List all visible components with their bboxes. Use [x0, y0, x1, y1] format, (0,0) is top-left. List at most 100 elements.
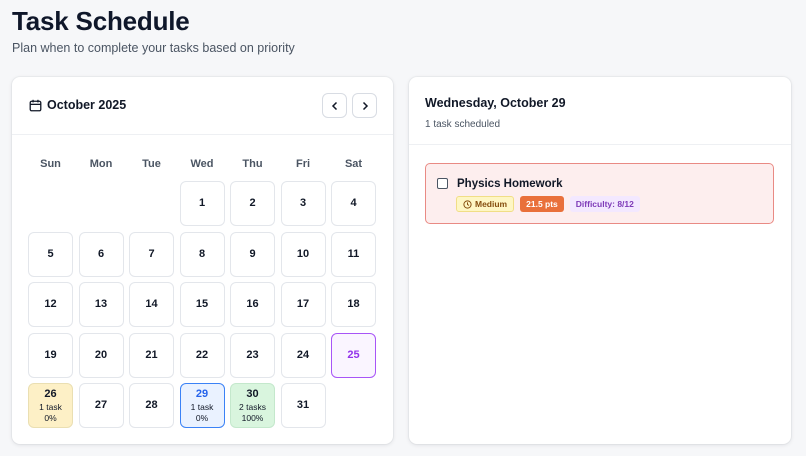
day-number: 4 — [350, 197, 357, 209]
calendar-day-2[interactable]: 2 — [230, 181, 275, 226]
difficulty-badge: Difficulty: 8/12 — [569, 196, 640, 212]
points-badge: 21.5 pts — [520, 196, 564, 212]
calendar-header: October 2025 — [12, 77, 393, 135]
chevron-left-icon — [331, 101, 337, 110]
chevron-right-icon — [362, 101, 368, 110]
calendar-day-4[interactable]: 4 — [331, 181, 376, 226]
calendar-day-16[interactable]: 16 — [230, 282, 275, 327]
day-number: 24 — [296, 348, 310, 361]
day-task-count: 1 task — [39, 402, 62, 412]
day-number: 21 — [145, 348, 158, 361]
calendar-day-20[interactable]: 20 — [78, 332, 124, 378]
calendar-day-21[interactable]: 21 — [129, 332, 174, 378]
calendar-day-8[interactable]: 8 — [179, 231, 225, 277]
page-title: Task Schedule — [12, 6, 190, 36]
task-title: Physics Homework — [457, 178, 563, 190]
calendar-day-10[interactable]: 10 — [280, 231, 326, 277]
day-detail-card: Wednesday, October 29 1 task scheduled P… — [409, 77, 791, 444]
calendar-day-24[interactable]: 24 — [280, 332, 326, 378]
day-number: 19 — [44, 348, 57, 361]
day-number: 20 — [94, 348, 108, 361]
task-complete-checkbox[interactable] — [437, 178, 448, 189]
calendar-day-6[interactable]: 6 — [78, 231, 124, 277]
calendar-day-18[interactable]: 18 — [331, 282, 376, 327]
weekday-sat: Sat — [344, 158, 363, 170]
calendar-blank-cell — [79, 181, 124, 226]
priority-badge: Medium — [456, 196, 515, 212]
weekday-fri: Fri — [295, 158, 311, 170]
calendar-icon — [29, 99, 42, 112]
calendar-blank-cell — [129, 181, 174, 226]
weekday-header-row: Sun Mon Tue Wed Thu Fri Sat — [28, 157, 376, 171]
calendar-blank-cell — [28, 181, 73, 226]
calendar-card: October 2025 Sun Mon Tue Wed Thu Fri Sat 12345… — [12, 77, 393, 444]
calendar-day-25[interactable]: 25 — [331, 332, 376, 378]
day-number: 22 — [195, 348, 209, 361]
calendar-day-15[interactable]: 15 — [179, 282, 225, 327]
day-task-count: 2 tasks — [239, 402, 266, 412]
day-number: 23 — [246, 348, 259, 361]
day-number: 2 — [249, 197, 256, 209]
clock-icon — [463, 199, 472, 209]
day-number: 26 — [44, 388, 57, 400]
calendar-day-29[interactable]: 29 1 task 0% — [179, 383, 225, 428]
calendar-day-26[interactable]: 26 1 task 0% — [28, 383, 73, 428]
day-number: 14 — [145, 298, 158, 310]
day-number: 3 — [299, 197, 307, 209]
day-progress: 100% — [241, 413, 264, 423]
calendar-day-23[interactable]: 23 — [230, 332, 275, 378]
calendar-day-30[interactable]: 30 2 tasks 100% — [230, 383, 275, 428]
calendar-day-5[interactable]: 5 — [28, 231, 73, 277]
day-number: 11 — [347, 247, 360, 260]
calendar-day-1[interactable]: 1 — [179, 181, 225, 226]
day-number: 7 — [148, 247, 155, 260]
calendar-day-11[interactable]: 11 — [331, 231, 376, 277]
calendar-day-7[interactable]: 7 — [129, 231, 174, 277]
calendar-day-28[interactable]: 28 — [129, 383, 174, 428]
day-number: 13 — [94, 298, 108, 310]
calendar-month-label: October 2025 — [47, 98, 127, 112]
calendar-day-22[interactable]: 22 — [179, 332, 225, 378]
day-number: 30 — [246, 388, 259, 400]
previous-month-button[interactable] — [322, 93, 347, 118]
day-number: 10 — [296, 247, 310, 260]
day-progress: 0% — [195, 413, 209, 423]
day-number: 28 — [145, 399, 158, 411]
day-number: 12 — [44, 298, 57, 310]
day-progress: 0% — [44, 413, 57, 423]
calendar-grid: 1 2 3 4 5 6 7 8 9 10 11 12 13 14 15 16 17 18 19 20 21 22 23 24 2… — [28, 181, 376, 428]
task-badges: Medium 21.5 pts Difficulty: 8/12 — [456, 196, 640, 212]
calendar-day-13[interactable]: 13 — [78, 282, 124, 327]
day-number: 17 — [296, 298, 310, 310]
calendar-day-3[interactable]: 3 — [280, 181, 326, 226]
scheduled-count: 1 task scheduled — [425, 119, 501, 130]
selected-date-title: Wednesday, October 29 — [425, 96, 566, 110]
calendar-day-9[interactable]: 9 — [230, 231, 275, 277]
day-number: 15 — [195, 298, 209, 310]
next-month-button[interactable] — [352, 93, 377, 118]
calendar-day-19[interactable]: 19 — [28, 332, 73, 378]
calendar-day-27[interactable]: 27 — [78, 383, 124, 428]
day-number: 16 — [246, 298, 259, 310]
day-number: 6 — [97, 247, 105, 260]
weekday-thu: Thu — [242, 158, 263, 170]
page-subtitle: Plan when to complete your tasks based o… — [12, 41, 295, 55]
day-number: 25 — [347, 348, 360, 361]
calendar-day-31[interactable]: 31 — [280, 383, 326, 428]
day-task-count: 1 task — [190, 402, 214, 412]
day-number: 29 — [195, 388, 209, 400]
day-number: 31 — [296, 399, 310, 411]
priority-label: Medium — [475, 199, 508, 209]
task-card[interactable]: Physics Homework Medium 21.5 pts Difficu… — [425, 163, 774, 224]
weekday-wed: Wed — [190, 158, 214, 170]
calendar-day-12[interactable]: 12 — [28, 282, 73, 327]
weekday-sun: Sun — [40, 158, 61, 170]
day-number: 5 — [47, 247, 54, 260]
day-detail-header: Wednesday, October 29 1 task scheduled — [409, 77, 791, 145]
day-number: 1 — [198, 197, 206, 209]
day-number: 9 — [249, 247, 256, 260]
calendar-day-17[interactable]: 17 — [280, 282, 326, 327]
day-number: 8 — [198, 247, 206, 260]
weekday-tue: Tue — [142, 158, 161, 170]
calendar-day-14[interactable]: 14 — [129, 282, 174, 327]
